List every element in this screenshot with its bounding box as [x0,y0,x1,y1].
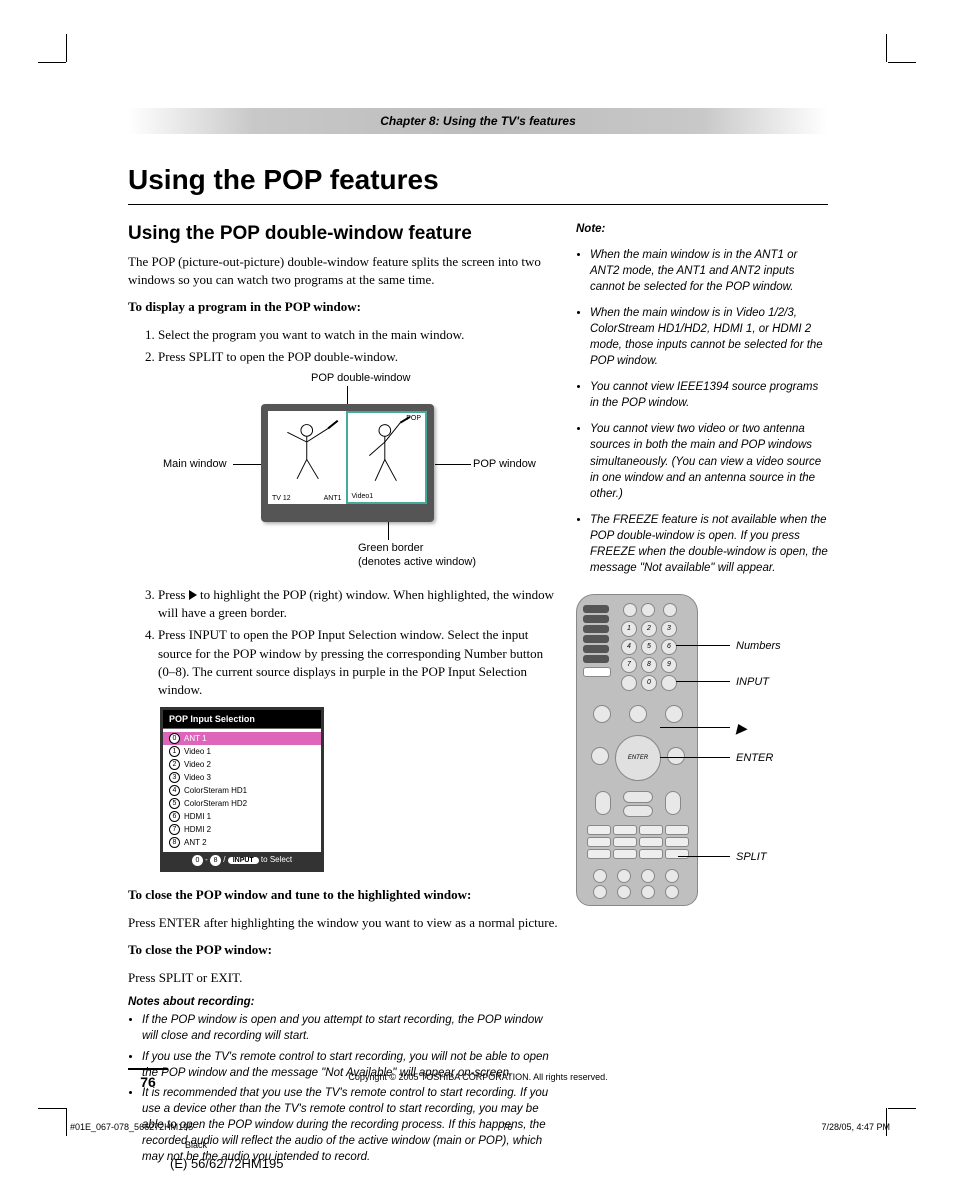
golfer-icon [348,413,426,491]
pop-menu-label: Video 1 [184,747,211,756]
pop-menu-item: 8ANT 2 [163,836,321,849]
remote-diagram: 1 2 3 4 5 6 7 8 9 0 [576,594,828,924]
copyright-footer: Copyright © 2005 TOSHIBA CORPORATION. Al… [128,1072,828,1082]
pop-menu-header: POP Input Selection [163,710,321,729]
pop-menu-item: 5ColorSteram HD2 [163,797,321,810]
pop-menu-label: ANT 2 [184,838,207,847]
remote-label-enter: ENTER [736,751,773,766]
pop-menu-item: 6HDMI 1 [163,810,321,823]
right-note-heading: Note: [576,223,828,235]
right-arrow-icon [189,590,197,600]
label-pop-small: POP [406,415,421,422]
step-3: Press to highlight the POP (right) windo… [158,586,558,622]
meta-file: #01E_067-078_566272HM195 [70,1122,193,1132]
step-1: Select the program you want to watch in … [158,326,558,344]
pop-menu-label: ColorSteram HD2 [184,799,247,808]
remote-label-input: INPUT [736,675,769,690]
step3-text-a: Press [158,587,189,602]
right-note-item: When the main window is in the ANT1 or A… [590,247,828,295]
remote-label-split: SPLIT [736,850,767,865]
meta-datetime: 7/28/05, 4:47 PM [821,1122,890,1132]
batter-icon [268,411,346,489]
label-tv12: TV 12 [272,495,291,502]
meta-line: #01E_067-078_566272HM195 76 7/28/05, 4:4… [70,1122,890,1132]
remote-label-numbers: Numbers [736,639,781,654]
close-pop-heading: To close the POP window: [128,941,558,959]
right-note-item: When the main window is in Video 1/2/3, … [590,305,828,369]
tv-shell: ANT1 TV 12 [261,404,434,522]
intro-text: The POP (picture-out-picture) double-win… [128,253,558,288]
notes-recording-heading: Notes about recording: [128,996,558,1008]
pop-menu-item: 1Video 1 [163,745,321,758]
pop-menu-label: Video 3 [184,773,211,782]
pop-menu-footer: 0 - 8 / INPUT to Select [163,852,321,869]
pop-menu-label: HDMI 2 [184,825,211,834]
step-4: Press INPUT to open the POP Input Select… [158,626,558,699]
chapter-bar: Chapter 8: Using the TV's features [128,108,828,134]
pop-menu-item: 7HDMI 2 [163,823,321,836]
pop-input-selection-menu: POP Input Selection 0ANT 1 1Video 1 2Vid… [160,707,324,872]
note-rec-item: If the POP window is open and you attemp… [142,1012,558,1044]
remote-body: 1 2 3 4 5 6 7 8 9 0 [576,594,698,906]
tv-pop-window: POP Video1 [346,411,428,504]
pop-menu-label: ColorSteram HD1 [184,786,247,795]
diag-label-border2: (denotes active window) [358,556,476,568]
pop-menu-item: 3Video 3 [163,771,321,784]
close-tune-text: Press ENTER after highlighting the windo… [128,914,558,932]
right-note-item: You cannot view IEEE1394 source programs… [590,379,828,411]
subheading: Using the POP double-window feature [128,223,558,245]
step-2: Press SPLIT to open the POP double-windo… [158,348,558,366]
right-note-item: You cannot view two video or two antenna… [590,421,828,501]
meta-black: Black [185,1140,207,1150]
diag-label-pop: POP window [473,458,536,470]
meta-page: 76 [502,1122,512,1132]
close-pop-text: Press SPLIT or EXIT. [128,969,558,987]
label-ant1: ANT1 [324,495,342,502]
steps-1-2: Select the program you want to watch in … [144,326,558,366]
pop-diagram: POP double-window Main window POP window [143,372,543,572]
pop-menu-item: 0ANT 1 [163,732,321,745]
remote-label-right: ▶ [736,719,747,739]
title-rule [128,204,828,205]
remote-dpad [615,735,661,781]
pop-menu-item: 2Video 2 [163,758,321,771]
page-title: Using the POP features [128,164,828,196]
right-note-item: The FREEZE feature is not available when… [590,512,828,576]
diag-label-border1: Green border [358,542,423,554]
diag-label-main: Main window [163,458,227,470]
diag-label-top: POP double-window [311,372,410,384]
tv-main-window: ANT1 TV 12 [268,411,346,504]
pop-menu-label: ANT 1 [184,734,207,743]
meta-model: (E) 56/62/72HM195 [170,1156,283,1171]
label-video1: Video1 [352,493,374,500]
display-heading: To display a program in the POP window: [128,298,558,316]
pop-menu-label: HDMI 1 [184,812,211,821]
right-notes-list: When the main window is in the ANT1 or A… [576,247,828,577]
steps-3-4: Press to highlight the POP (right) windo… [144,586,558,699]
pop-menu-label: Video 2 [184,760,211,769]
close-tune-heading: To close the POP window and tune to the … [128,886,558,904]
step3-text-b: to highlight the POP (right) window. Whe… [158,587,554,620]
pop-menu-item: 4ColorSteram HD1 [163,784,321,797]
